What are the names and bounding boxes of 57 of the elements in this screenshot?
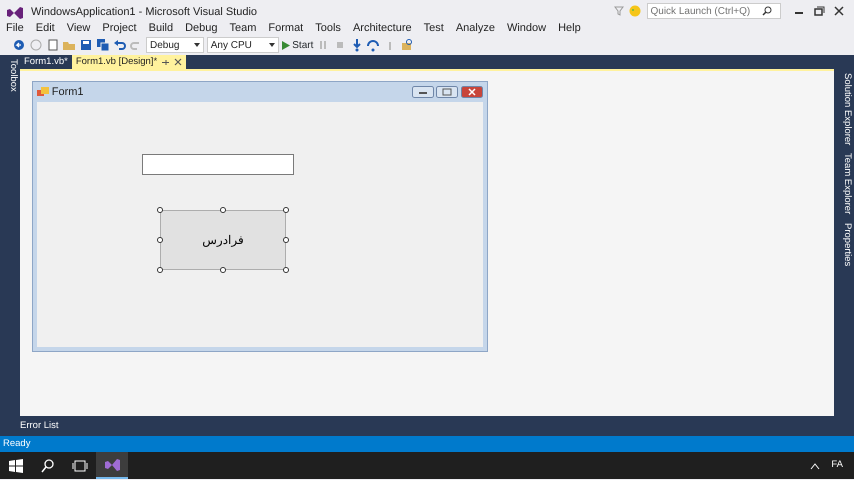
new-project-icon[interactable] [46,38,60,52]
menu-item[interactable]: View [60,21,96,35]
menu-item[interactable]: Project [96,21,143,35]
side-tab[interactable]: Team Explorer [834,153,854,215]
menu-item[interactable]: Build [142,21,180,35]
menu-item[interactable]: Window [500,21,552,35]
visual-studio-logo-icon [5,5,23,21]
resize-handle[interactable] [283,267,289,273]
menu-item[interactable]: Debug [179,21,224,35]
search-icon[interactable] [40,458,56,474]
undo-icon[interactable] [112,38,126,52]
save-all-icon[interactable] [96,38,110,52]
resize-handle[interactable] [157,267,163,273]
status-text: Ready [3,436,30,451]
caret-icon [268,43,275,47]
close-icon[interactable] [174,58,182,66]
resize-handle[interactable] [157,207,163,213]
document-tab[interactable]: Form1.vb* [20,55,72,69]
play-icon [282,40,290,50]
step-over-icon[interactable] [366,38,380,52]
task-view-icon[interactable] [72,458,88,474]
window-title: WindowsApplication1 - Microsoft Visual Studio [31,5,258,20]
resize-handle[interactable] [220,207,226,213]
back-icon[interactable] [12,38,26,52]
menu-item[interactable]: File [0,21,30,35]
maximize-icon [436,86,458,98]
form-icon [37,86,49,98]
menu-item[interactable]: Analyze [450,21,501,35]
menu-item[interactable]: Help [552,21,587,35]
menu-item[interactable]: Team [224,21,262,35]
language-indicator[interactable]: FA [831,458,843,473]
menu-item[interactable]: Format [262,21,310,35]
text-box[interactable] [142,154,294,175]
visual-studio-icon[interactable] [104,456,120,472]
caret-icon [194,43,200,47]
quick-launch-field[interactable]: Quick Launch (Ctrl+Q) [646,3,780,19]
close-icon [461,86,483,98]
side-tab[interactable]: Toolbox [0,59,20,92]
side-tab[interactable]: Solution Explorer [834,73,854,146]
form-button[interactable]: فرادرس [160,210,286,270]
windows-start-icon[interactable] [8,458,24,474]
side-tab[interactable]: Properties [834,222,854,266]
document-tab[interactable]: Form1.vb [Design]* [72,55,186,69]
resize-handle[interactable] [283,207,289,213]
configuration-dropdown[interactable]: Debug [146,37,204,53]
chevron-up-icon[interactable] [810,462,820,470]
platform-dropdown[interactable]: Any CPU [206,37,279,53]
save-icon[interactable] [79,38,93,52]
bottom-tab[interactable]: Error List [20,418,59,434]
menu-item[interactable]: Tools [309,21,347,35]
start-button[interactable]: Start [282,38,314,52]
menu-item[interactable]: Test [418,21,450,35]
resize-handle[interactable] [157,237,163,243]
menu-item[interactable]: Architecture [346,21,418,35]
menu-item[interactable]: Edit [30,21,61,35]
minimize-icon [412,86,434,98]
form-title: Form1 [52,84,85,100]
